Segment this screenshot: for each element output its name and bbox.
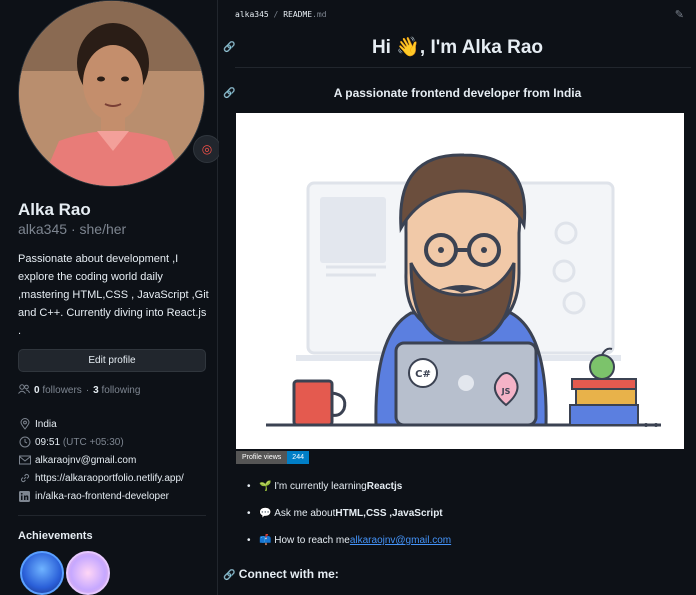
views-count: 244: [287, 451, 309, 464]
readme-subheading: A passionate frontend developer from Ind…: [333, 86, 582, 100]
profile-views-badge: Profile views 244: [236, 451, 309, 464]
laptop-sticker-csharp: C#: [415, 369, 431, 380]
list-item: • 💬 Ask me about HTML,CSS ,JavaScript: [247, 505, 687, 532]
profile-name: Alka Rao: [18, 200, 91, 219]
readme-breadcrumb: alka345 / README.md: [235, 10, 327, 19]
email-row[interactable]: alkaraojnv@gmail.com: [18, 451, 213, 469]
profile-details: India 09:51 (UTC +05:30) alkaraojnv@gmai…: [18, 415, 213, 505]
website-row[interactable]: https://alkaraoportfolio.netlify.app/: [18, 469, 213, 487]
achievement-badge-pull-shark[interactable]: [20, 551, 64, 595]
website-link[interactable]: https://alkaraoportfolio.netlify.app/: [35, 473, 184, 484]
avatar-container: ◎: [18, 0, 221, 187]
email-link[interactable]: alkaraojnv@gmail.com: [35, 455, 136, 466]
achievements-title[interactable]: Achievements: [18, 530, 93, 542]
list-item: • 🌱 I'm currently learning Reactjs: [247, 478, 687, 505]
edit-profile-button[interactable]: Edit profile: [18, 349, 206, 372]
followers-link[interactable]: 0 followers: [34, 385, 82, 396]
edit-pencil-icon[interactable]: ✎: [675, 8, 684, 21]
bullet: •: [247, 508, 251, 519]
breadcrumb-separator: /: [273, 10, 279, 19]
follow-stats: 0 followers · 3 following: [18, 384, 140, 397]
following-count: 3: [93, 385, 99, 396]
location-pin-icon: [18, 418, 31, 431]
link-icon: [18, 472, 31, 485]
heading-divider: [235, 67, 691, 68]
connect-heading: 🔗 Connect with me:: [223, 567, 339, 581]
status-emoji-button[interactable]: ◎: [193, 135, 221, 163]
readme-panel: alka345 / README.md ✎ 🔗 Hi 👋, I'm Alka R…: [219, 0, 696, 595]
local-time: 09:51: [35, 436, 61, 448]
item-prefix: How to reach me: [274, 535, 350, 546]
avatar[interactable]: [18, 0, 205, 187]
following-link[interactable]: 3 following: [93, 385, 140, 396]
handle-separator: ·: [70, 221, 80, 237]
mail-icon: [18, 454, 31, 467]
views-label: Profile views: [236, 451, 288, 464]
clock-icon: [18, 436, 31, 449]
following-label: following: [101, 385, 141, 396]
item-bold: HTML,CSS ,JavaScript: [335, 508, 443, 519]
breadcrumb-ext: .md: [312, 10, 327, 19]
mailbox-icon: 📫: [259, 535, 272, 546]
bullet: •: [247, 481, 251, 492]
followers-label: followers: [42, 385, 82, 396]
timezone: (UTC +05:30): [62, 436, 124, 448]
target-icon: ◎: [201, 142, 213, 156]
developer-illustration: C# JS: [236, 113, 684, 449]
laptop-sticker-js: JS: [501, 387, 511, 396]
breadcrumb-owner[interactable]: alka345: [235, 10, 269, 19]
item-prefix: I'm currently learning: [274, 481, 367, 492]
seedling-icon: 🌱: [259, 481, 272, 492]
linkedin-row[interactable]: in/alka-rao-frontend-developer: [18, 487, 213, 505]
bullet: •: [247, 535, 251, 546]
linkedin-link[interactable]: in/alka-rao-frontend-developer: [35, 491, 169, 502]
contact-email-link[interactable]: alkaraojnv@gmail.com: [350, 532, 451, 559]
people-icon: [18, 384, 30, 397]
linkedin-icon: [18, 490, 31, 503]
profile-handle-line: alka345 · she/her: [18, 221, 126, 237]
item-prefix: Ask me about: [274, 508, 336, 519]
followers-count: 0: [34, 385, 40, 396]
follow-separator: ·: [85, 385, 90, 396]
list-item: • 📫 How to reach me alkaraojnv@gmail.com: [247, 532, 687, 559]
sidebar-divider: [18, 515, 206, 516]
achievement-badge-yolo[interactable]: [66, 551, 110, 595]
readme-heading: Hi 👋, I'm Alka Rao: [371, 37, 544, 58]
location-text: India: [35, 418, 57, 430]
profile-handle: alka345: [18, 221, 68, 237]
time-row: 09:51 (UTC +05:30): [18, 433, 213, 451]
connect-label: Connect with me:: [238, 567, 339, 581]
item-bold: Reactjs: [366, 481, 403, 492]
profile-bio: Passionate about development ,I explore …: [18, 253, 209, 337]
anchor-link-icon[interactable]: 🔗: [223, 570, 235, 581]
speech-bubble-icon: 💬: [259, 508, 272, 519]
profile-pronouns: she/her: [79, 221, 127, 237]
readme-list: • 🌱 I'm currently learning Reactjs • 💬 A…: [247, 478, 687, 559]
location-row: India: [18, 415, 213, 433]
profile-sidebar: ◎ Alka Rao alka345 · she/her Passionate …: [0, 0, 221, 595]
breadcrumb-file: README: [283, 10, 313, 19]
